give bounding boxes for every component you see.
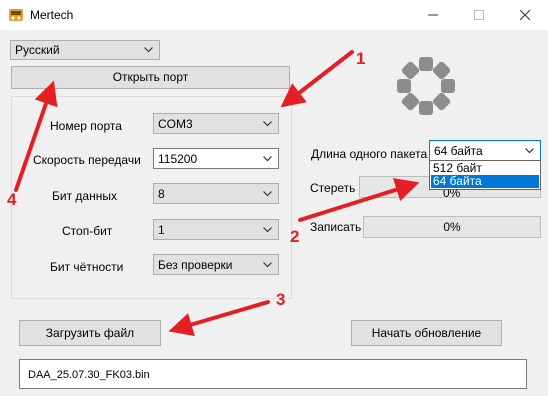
stop-bits-label: Стоп-бит: [62, 224, 113, 238]
annotation-number-1: 1: [356, 49, 365, 68]
maximize-icon: [474, 10, 484, 20]
baud-rate-label: Скорость передачи: [33, 153, 141, 167]
baud-rate-select[interactable]: 115200: [153, 148, 279, 169]
parity-label: Бит чётности: [50, 260, 124, 274]
packet-length-label: Длина одного пакета: [311, 147, 428, 161]
chevron-down-icon: [263, 261, 272, 267]
spinner-icon: [397, 57, 455, 115]
chevron-down-icon: [263, 155, 272, 161]
port-number-label: Номер порта: [50, 119, 122, 133]
window-title: Mertech: [30, 8, 74, 22]
packet-length-value: 64 байта: [434, 143, 483, 158]
load-file-button[interactable]: Загрузить файл: [19, 320, 161, 346]
packet-length-select[interactable]: 64 байта: [429, 140, 541, 161]
language-value: Русский: [15, 43, 60, 57]
start-update-button[interactable]: Начать обновление: [351, 320, 502, 346]
data-bits-select[interactable]: 8: [153, 183, 279, 204]
data-bits-label: Бит данных: [52, 189, 117, 203]
file-path-field: DAA_25.07.30_FK03.bin: [19, 359, 527, 389]
parity-value: Без проверки: [158, 257, 233, 272]
chevron-down-icon: [263, 120, 272, 126]
maximize-button[interactable]: [456, 0, 502, 30]
baud-rate-value: 115200: [158, 151, 198, 166]
data-bits-value: 8: [158, 186, 165, 201]
app-icon: [9, 9, 23, 21]
stop-bits-select[interactable]: 1: [153, 219, 279, 240]
chevron-down-icon: [525, 147, 534, 153]
packet-length-dropdown: 512 байт 64 байта: [429, 160, 541, 190]
language-select[interactable]: Русский: [10, 40, 160, 60]
close-icon: [520, 10, 530, 20]
file-path-text: DAA_25.07.30_FK03.bin: [28, 369, 150, 381]
minimize-icon: [428, 14, 438, 16]
packet-option-64[interactable]: 64 байта: [431, 175, 539, 188]
erase-label: Стереть: [310, 181, 356, 195]
stop-bits-value: 1: [158, 222, 165, 237]
parity-select[interactable]: Без проверки: [153, 254, 279, 275]
write-progress-text: 0%: [443, 220, 461, 234]
chevron-down-icon: [263, 190, 272, 196]
chevron-down-icon: [144, 47, 153, 53]
close-button[interactable]: [502, 0, 548, 30]
write-progress: 0%: [363, 216, 541, 238]
minimize-button[interactable]: [410, 0, 456, 30]
write-label: Записать: [310, 220, 362, 234]
port-number-value: COM3: [158, 116, 193, 131]
chevron-down-icon: [263, 226, 272, 232]
annotation-arrow-1: [280, 50, 354, 108]
annotation-arrow-3: [168, 300, 270, 337]
title-bar: Mertech: [0, 0, 548, 30]
port-number-select[interactable]: COM3: [153, 113, 279, 134]
open-port-button[interactable]: Открыть порт: [11, 66, 290, 89]
